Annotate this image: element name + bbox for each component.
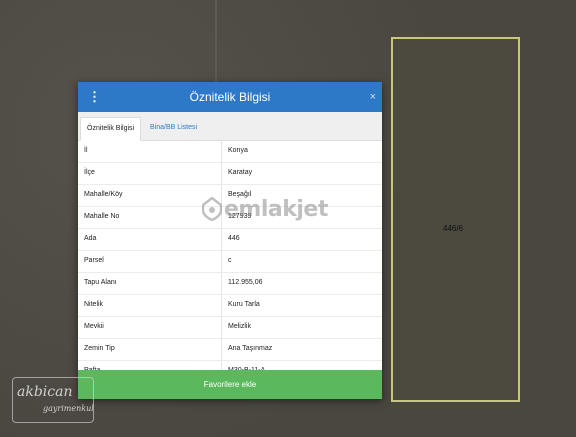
- parcel-outline[interactable]: [391, 37, 520, 402]
- logo-line2: gayrimenkul: [43, 404, 94, 413]
- row-key: Mevkii: [84, 323, 104, 330]
- row-key: Zemin Tip: [84, 345, 115, 352]
- row-key: İlçe: [84, 169, 95, 176]
- row-value: 112.955,06: [228, 279, 263, 286]
- tab-bar: Öznitelik Bilgisi Bina/BB Listesi: [78, 112, 382, 141]
- attribute-table: İl Konya İlçe Karatay Mahalle/Köy Beşağıl M…: [78, 141, 382, 383]
- table-row: İl Konya: [78, 141, 382, 163]
- row-value: Kuru Tarla: [228, 301, 260, 308]
- row-key: İl: [84, 147, 88, 154]
- row-key: Ada: [84, 235, 97, 242]
- row-key: Parsel: [84, 257, 104, 264]
- row-value: 446: [228, 235, 240, 242]
- row-key: Mahalle/Köy: [84, 191, 123, 198]
- table-row: Mevkii Melizlik: [78, 317, 382, 339]
- table-row: Tapu Alanı 112.955,06: [78, 273, 382, 295]
- row-key: Nitelik: [84, 301, 104, 308]
- table-row: Zemin Tip Ana Taşınmaz: [78, 339, 382, 361]
- dialog-header: ⋮ Öznitelik Bilgisi ×: [78, 82, 382, 112]
- watermark-text: emlakjet: [224, 197, 328, 222]
- row-value: Karatay: [228, 169, 253, 176]
- row-key: Tapu Alanı: [84, 279, 117, 286]
- dialog-title: Öznitelik Bilgisi: [189, 90, 271, 104]
- add-favorite-button[interactable]: Favorilere ekle: [78, 370, 382, 399]
- row-key: Mahalle No: [84, 213, 120, 220]
- table-row: Ada 446: [78, 229, 382, 251]
- row-value: Konya: [228, 147, 248, 154]
- parcel-label: 446/6: [443, 224, 464, 233]
- watermark-pin-icon: [202, 197, 222, 221]
- map-parcel-edge: [215, 0, 217, 82]
- attribute-dialog: ⋮ Öznitelik Bilgisi × Öznitelik Bilgisi …: [78, 82, 382, 399]
- table-row: Nitelik Kuru Tarla: [78, 295, 382, 317]
- row-value: Melizlik: [228, 323, 251, 330]
- close-icon[interactable]: ×: [370, 90, 376, 104]
- tab-building-list[interactable]: Bina/BB Listesi: [144, 117, 203, 139]
- agency-logo: akbican gayrimenkul: [12, 377, 94, 423]
- table-row: Parsel c: [78, 251, 382, 273]
- row-value: Ana Taşınmaz: [228, 345, 273, 352]
- row-value: c: [228, 257, 232, 264]
- logo-line1: akbican: [17, 384, 73, 400]
- table-row: İlçe Karatay: [78, 163, 382, 185]
- tab-attributes[interactable]: Öznitelik Bilgisi: [80, 117, 142, 141]
